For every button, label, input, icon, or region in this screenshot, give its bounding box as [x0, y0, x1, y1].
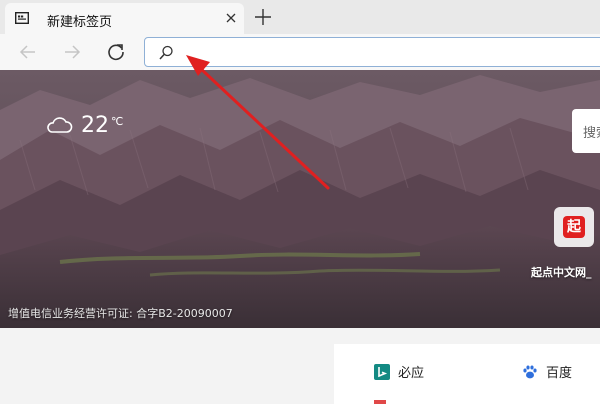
license-text: 增值电信业务经营许可证: 合字B2-20090007	[8, 307, 233, 320]
forward-arrow-icon[interactable]	[59, 39, 85, 65]
search-icon	[159, 45, 173, 60]
quick-link-qidian[interactable]: 起	[554, 207, 594, 247]
bottom-panel: 必应 百度	[0, 328, 600, 404]
cloud-icon	[47, 117, 73, 133]
close-icon[interactable]	[224, 11, 238, 25]
tab-strip: 新建标签页	[0, 0, 600, 34]
tab-title: 新建标签页	[47, 15, 113, 30]
page-search-placeholder: 搜索	[583, 126, 600, 141]
partial-link-icon	[374, 400, 386, 404]
bing-icon	[374, 364, 390, 380]
background-image: 22 ℃ 搜索 起 起点中文网_ 增值电信业务经营许可证: 合字B2-20090…	[0, 70, 600, 328]
baidu-paw-icon	[523, 365, 537, 379]
back-arrow-icon[interactable]	[15, 39, 41, 65]
link-label: 必应	[398, 366, 425, 381]
plus-icon[interactable]	[252, 6, 274, 28]
links-card: 必应 百度	[334, 344, 600, 404]
badlands-landscape-image	[0, 70, 600, 328]
weather-unit: ℃	[111, 115, 124, 128]
quick-link-label[interactable]: 起点中文网_	[531, 264, 592, 280]
toolbar	[0, 34, 600, 70]
address-input[interactable]	[181, 41, 600, 65]
weather-temperature: 22	[81, 113, 109, 138]
tab-new-tab[interactable]: 新建标签页	[5, 3, 244, 34]
refresh-icon[interactable]	[103, 39, 129, 65]
page-search-box[interactable]: 搜索	[572, 109, 600, 153]
link-label: 百度	[546, 366, 573, 381]
address-bar[interactable]	[144, 37, 600, 67]
qidian-logo-icon: 起	[563, 216, 585, 238]
new-tab-page-icon	[15, 12, 29, 24]
